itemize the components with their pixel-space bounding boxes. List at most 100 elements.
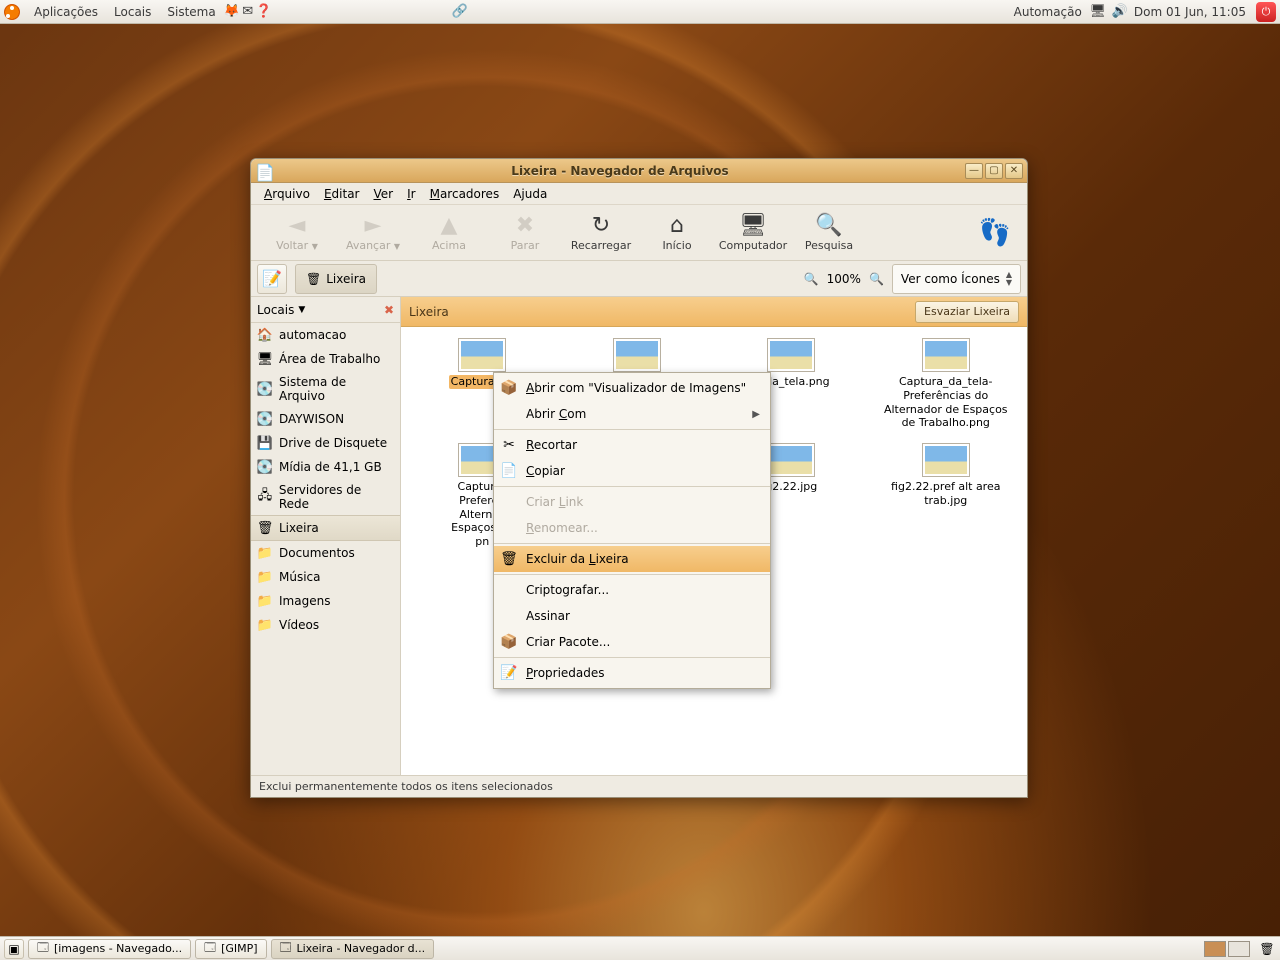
titlebar[interactable]: 📄 Lixeira - Navegador de Arquivos — ▢ ✕: [251, 159, 1027, 183]
maximize-button[interactable]: ▢: [985, 163, 1003, 179]
ctx-copiar[interactable]: 📄Copiar: [494, 458, 770, 484]
sidebar-item-servidores-de-rede[interactable]: 🖧Servidores de Rede: [251, 479, 400, 515]
empty-trash-label: Esvaziar Lixeira: [924, 305, 1010, 318]
sidebar-item-m-sica[interactable]: 📁 Música: [251, 565, 400, 589]
ctx-abrir-com[interactable]: Abrir Com▶: [494, 401, 770, 427]
ctx-item-label: Copiar: [526, 464, 565, 478]
sidebar-close-icon[interactable]: ✖: [384, 303, 394, 317]
zoom-in-icon[interactable]: 🔍: [869, 272, 884, 286]
ctx-abrir-com-visualizador-de-imagens[interactable]: 📦Abrir com "Visualizador de Imagens": [494, 375, 770, 401]
sidebar-item-imagens[interactable]: 📁Imagens: [251, 589, 400, 613]
ctx-assinar[interactable]: Assinar: [494, 603, 770, 629]
menu-arquivo[interactable]: Arquivo: [257, 187, 317, 201]
ctx-item-icon: ✂: [500, 437, 518, 453]
place-icon: 📁: [257, 569, 273, 585]
sidebar-item-v-deos[interactable]: 📁Vídeos: [251, 613, 400, 637]
firefox-icon[interactable]: 🦊: [224, 4, 240, 20]
workspace-1[interactable]: [1204, 941, 1226, 957]
tool-início[interactable]: ⌂Início: [639, 213, 715, 252]
location-bar: 📝 🗑 Lixeira 🔍 100% 🔍 Ver como Ícones ▲▼: [251, 261, 1027, 297]
computador-icon: 🖥: [739, 213, 767, 237]
menu-editar[interactable]: Editar: [317, 187, 367, 201]
menu-ir[interactable]: Ir: [400, 187, 422, 201]
sidebar-item-daywison[interactable]: 💽 DAYWISON: [251, 407, 400, 431]
menu-marcadores[interactable]: Marcadores: [423, 187, 507, 201]
ctx-propriedades[interactable]: 📝Propriedades: [494, 660, 770, 686]
place-icon: 🖧: [257, 489, 273, 505]
menu-ajuda[interactable]: Ajuda: [506, 187, 554, 201]
ubuntu-logo-icon[interactable]: [4, 4, 20, 20]
trash-icon: 🗑: [306, 272, 321, 286]
sidebar-item-documentos[interactable]: 📁 Documentos: [251, 541, 400, 565]
menu-ver[interactable]: Ver: [367, 187, 401, 201]
spinner-icon: ▲▼: [1006, 271, 1012, 287]
clock[interactable]: Dom 01 Jun, 11:05: [1134, 5, 1246, 19]
panel-menu-sistema[interactable]: Sistema: [159, 5, 223, 19]
sidebar-item-lixeira[interactable]: 🗑Lixeira: [251, 515, 400, 541]
link-icon[interactable]: 🔗: [452, 4, 468, 20]
sidebar-item-label: Documentos: [279, 546, 355, 560]
sidebar-item-label: Música: [279, 570, 321, 584]
sidebar-item-label: Área de Trabalho: [279, 352, 380, 366]
ctx-excluir-da-lixeira[interactable]: 🗑Excluir da Lixeira: [494, 546, 770, 572]
sidebar-item-drive-de-disquete[interactable]: 💾Drive de Disquete: [251, 431, 400, 455]
taskbar-item[interactable]: 🗔[imagens - Navegado...: [28, 939, 191, 959]
edit-location-button[interactable]: 📝: [257, 264, 287, 294]
file-item[interactable]: Captura_da_tela-Preferências do Alternad…: [869, 335, 1024, 434]
menubar: ArquivoEditarVerIrMarcadoresAjuda: [251, 183, 1027, 205]
workspace-switcher[interactable]: [1204, 941, 1250, 957]
taskbar-item[interactable]: 🗔Lixeira - Navegador d...: [271, 939, 435, 959]
place-icon: 💽: [257, 411, 273, 427]
minimize-button[interactable]: —: [965, 163, 983, 179]
ctx-item-label: Criptografar...: [526, 583, 609, 597]
sidebar-item-label: DAYWISON: [279, 412, 344, 426]
taskbar-item-label: Lixeira - Navegador d...: [297, 942, 426, 955]
panel-menu-aplicações[interactable]: Aplicações: [26, 5, 106, 19]
gnome-foot-icon[interactable]: 👣: [979, 218, 1019, 248]
trash-applet-icon[interactable]: 🗑: [1258, 940, 1276, 958]
help-icon[interactable]: ❓: [256, 4, 272, 20]
zoom-out-icon[interactable]: 🔍: [804, 272, 819, 286]
automation-applet[interactable]: Automação: [1006, 5, 1090, 19]
place-icon: 📁: [257, 593, 273, 609]
ctx-criptografar[interactable]: Criptografar...: [494, 577, 770, 603]
tool-computador[interactable]: 🖥Computador: [715, 213, 791, 252]
display-icon[interactable]: 🖥: [1090, 4, 1106, 20]
sidebar-item-sistema-de-arquivo[interactable]: 💽Sistema de Arquivo: [251, 371, 400, 407]
workspace-2[interactable]: [1228, 941, 1250, 957]
location-chip[interactable]: 🗑 Lixeira: [295, 264, 377, 294]
tool-label: Avançar ▼: [346, 239, 400, 252]
ctx-recortar[interactable]: ✂Recortar: [494, 432, 770, 458]
file-item[interactable]: fig2.22.pref alt area trab.jpg: [869, 440, 1024, 553]
close-button[interactable]: ✕: [1005, 163, 1023, 179]
ctx-criar-pacote[interactable]: 📦Criar Pacote...: [494, 629, 770, 655]
top-panel: AplicaçõesLocaisSistema 🦊 ✉ ❓ 🔗 Automaçã…: [0, 0, 1280, 24]
empty-trash-button[interactable]: Esvaziar Lixeira: [915, 301, 1019, 323]
location-chip-label: Lixeira: [326, 272, 366, 286]
tool-recarregar[interactable]: ↻Recarregar: [563, 213, 639, 252]
chevron-down-icon[interactable]: ▼: [298, 305, 305, 315]
mail-icon[interactable]: ✉: [240, 4, 256, 20]
taskbar-item[interactable]: 🗔[GIMP]: [195, 939, 266, 959]
tool-label: Início: [662, 239, 691, 252]
sidebar-item-m-dia-de-41-1-gb[interactable]: 💽Mídia de 41,1 GB: [251, 455, 400, 479]
sidebar-item-automacao[interactable]: 🏠automacao: [251, 323, 400, 347]
context-menu: 📦Abrir com "Visualizador de Imagens"Abri…: [493, 372, 771, 689]
panel-menu-locais[interactable]: Locais: [106, 5, 159, 19]
file-name: fig2.22.pref alt area trab.jpg: [876, 480, 1016, 508]
shutdown-button[interactable]: ⏻: [1256, 2, 1276, 22]
place-icon: 💾: [257, 435, 273, 451]
submenu-arrow-icon: ▶: [752, 409, 760, 420]
tool-label: Parar: [511, 239, 540, 252]
ctx-item-label: Criar Link: [526, 495, 583, 509]
show-desktop-button[interactable]: ▣: [4, 939, 24, 959]
ctx-item-label: Criar Pacote...: [526, 635, 610, 649]
location-header-label: Lixeira: [409, 305, 449, 319]
place-icon: 📁: [257, 545, 273, 561]
view-mode-select[interactable]: Ver como Ícones ▲▼: [892, 264, 1021, 294]
window-title: Lixeira - Navegador de Arquivos: [277, 164, 963, 178]
ctx-item-icon: 📦: [500, 380, 518, 396]
tool-pesquisa[interactable]: 🔍Pesquisa: [791, 213, 867, 252]
sidebar-item--rea-de-trabalho[interactable]: 🖥Área de Trabalho: [251, 347, 400, 371]
volume-icon[interactable]: 🔊: [1112, 4, 1128, 20]
